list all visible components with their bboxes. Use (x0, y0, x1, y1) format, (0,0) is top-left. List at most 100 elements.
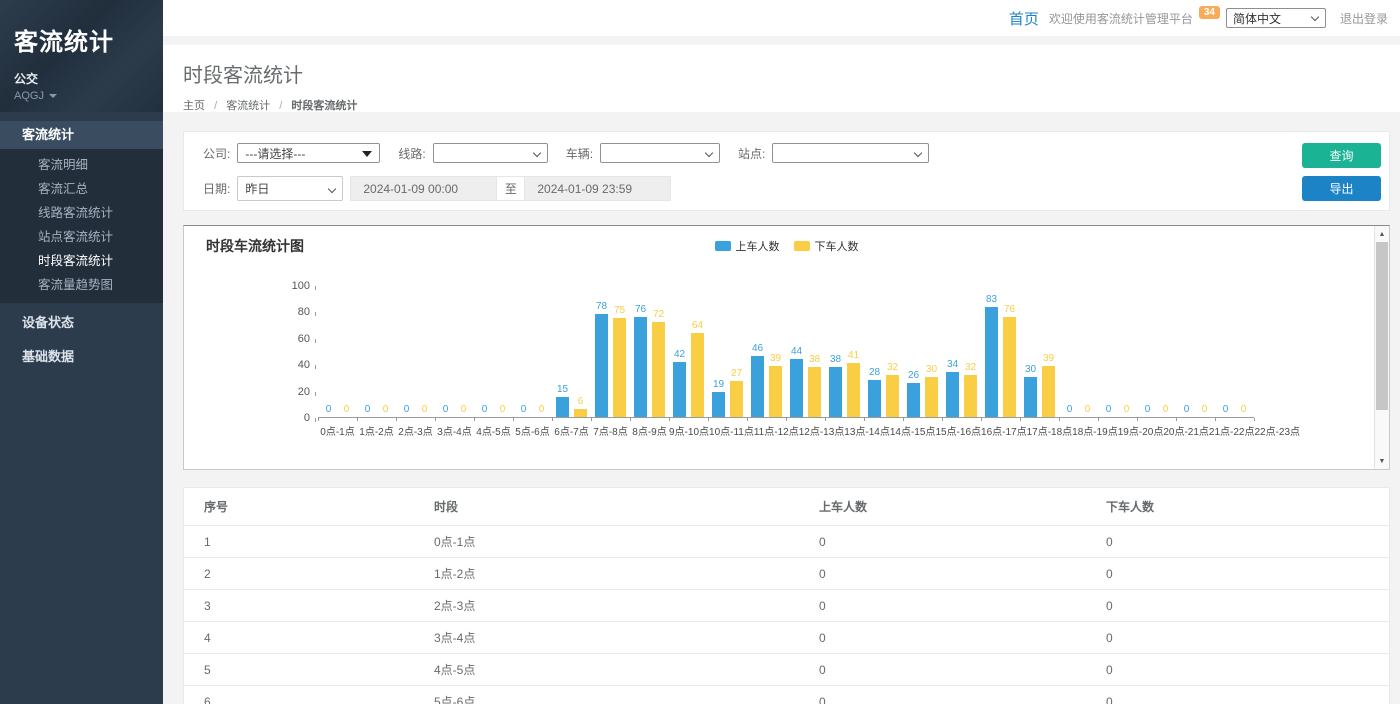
bar-column: 39 (769, 353, 782, 417)
bar-column: 0 (535, 404, 548, 417)
x-axis-tick (981, 418, 982, 421)
table-row: 21点-2点00 (184, 558, 1389, 590)
chevron-down-icon (328, 185, 336, 193)
bar-value-label: 39 (1043, 353, 1054, 364)
sidebar-item-passenger-stats[interactable]: 客流统计 (0, 121, 163, 149)
table-row: 32点-3点00 (184, 590, 1389, 622)
station-label: 站点: (738, 145, 765, 162)
company-select[interactable]: ---请选择--- (237, 143, 380, 163)
bar-column: 0 (457, 404, 470, 417)
sidebar-item-trend-chart[interactable]: 客流量趋势图 (0, 273, 163, 297)
chevron-down-icon (705, 149, 713, 157)
caret-down-icon (49, 94, 57, 98)
legend-item-alighting[interactable]: 下车人数 (794, 238, 859, 254)
bar-column: 0 (1180, 404, 1193, 417)
x-axis-tick (864, 418, 865, 421)
bar-group: 00 (513, 286, 552, 417)
language-select[interactable]: 简体中文 (1226, 8, 1326, 28)
main-area: 首页 欢迎使用客流统计管理平台 34 简体中文 退出登录 时段客流统计 主页 /… (163, 0, 1400, 704)
vehicle-select[interactable] (600, 143, 720, 163)
company-label: 公司: (203, 145, 230, 162)
line-select[interactable] (433, 143, 548, 163)
legend-item-boarding[interactable]: 上车人数 (715, 238, 780, 254)
date-separator: 至 (497, 176, 524, 201)
x-axis-label: 6点-7点 (552, 423, 591, 438)
bar-column: 46 (751, 343, 764, 417)
vehicle-label: 车辆: (566, 145, 593, 162)
bar (751, 356, 764, 417)
x-axis-label: 20点-21点 (1163, 423, 1209, 438)
bar-group: 8376 (981, 286, 1020, 417)
bar-column: 0 (1219, 404, 1232, 417)
bar (574, 409, 587, 417)
home-link[interactable]: 首页 (1009, 8, 1039, 29)
table-cell: 4 (184, 622, 414, 654)
bar-column: 0 (361, 404, 374, 417)
x-axis-tick (942, 418, 943, 421)
bar-column: 30 (1024, 364, 1037, 417)
table-cell: 0 (1086, 526, 1389, 558)
y-axis-tick (315, 312, 316, 316)
bar-value-label: 0 (344, 404, 350, 415)
chart-title: 时段车流统计图 (206, 236, 304, 256)
bar (907, 383, 920, 417)
breadcrumb-section[interactable]: 客流统计 (226, 100, 270, 112)
sidebar-submenu: 客流明细 客流汇总 线路客流统计 站点客流统计 时段客流统计 客流量趋势图 (0, 149, 163, 303)
x-axis-labels: 0点-1点1点-2点2点-3点3点-4点4点-5点5点-6点6点-7点7点-8点… (318, 423, 1254, 438)
bar-value-label: 0 (521, 404, 527, 415)
page-title: 时段客流统计 (183, 59, 1400, 88)
bar-value-label: 0 (1202, 404, 1208, 415)
x-axis-tick (396, 418, 397, 421)
bar-column: 0 (1198, 404, 1211, 417)
sidebar-menu: 客流统计 客流明细 客流汇总 线路客流统计 站点客流统计 时段客流统计 客流量趋… (0, 121, 163, 371)
user-dropdown[interactable]: AQGJ (14, 90, 163, 102)
query-button[interactable]: 查询 (1302, 143, 1381, 168)
bar-column: 15 (556, 384, 569, 417)
bar-column: 0 (400, 404, 413, 417)
bar (769, 366, 782, 417)
bar-group: 00 (435, 286, 474, 417)
x-axis-label: 4点-5点 (474, 423, 513, 438)
sidebar-item-passenger-detail[interactable]: 客流明细 (0, 153, 163, 177)
sidebar-item-station-stats[interactable]: 站点客流统计 (0, 225, 163, 249)
sidebar-item-base-data[interactable]: 基础数据 (0, 343, 163, 371)
y-axis-tick (315, 418, 316, 422)
station-select[interactable] (772, 143, 929, 163)
export-button[interactable]: 导出 (1302, 176, 1381, 201)
date-end-input[interactable] (524, 176, 671, 201)
scroll-up-icon[interactable]: ▲ (1375, 227, 1389, 241)
bar-value-label: 28 (869, 367, 880, 378)
date-start-input[interactable] (350, 176, 497, 201)
filter-row-1: 公司: ---请选择--- 线路: 车辆: 站点: (203, 143, 1389, 163)
bar (925, 377, 938, 417)
breadcrumb-home[interactable]: 主页 (183, 100, 205, 112)
org-name: 公交 (14, 70, 163, 87)
sidebar-item-line-stats[interactable]: 线路客流统计 (0, 201, 163, 225)
sidebar-item-passenger-summary[interactable]: 客流汇总 (0, 177, 163, 201)
bar (808, 367, 821, 417)
data-table-panel: 序号 时段 上车人数 下车人数 10点-1点0021点-2点0032点-3点00… (183, 487, 1390, 704)
table-cell: 0 (799, 526, 1086, 558)
scrollbar-thumb[interactable] (1376, 242, 1388, 410)
logout-link[interactable]: 退出登录 (1340, 10, 1388, 27)
x-axis-tick (435, 418, 436, 421)
bar-value-label: 83 (986, 294, 997, 305)
breadcrumb-separator: / (279, 100, 282, 112)
bar-column: 83 (985, 294, 998, 417)
sidebar-item-device-status[interactable]: 设备状态 (0, 309, 163, 337)
bar-column: 0 (418, 404, 431, 417)
bar (595, 314, 608, 417)
table-cell: 0 (799, 654, 1086, 686)
x-axis-tick (747, 418, 748, 421)
bar-column: 0 (439, 404, 452, 417)
sidebar-item-timeslot-stats[interactable]: 时段客流统计 (0, 249, 163, 273)
date-preset-select[interactable]: 昨日 (237, 176, 343, 201)
user-name: AQGJ (14, 90, 44, 102)
table-cell: 2点-3点 (414, 590, 799, 622)
scroll-down-icon[interactable]: ▼ (1375, 454, 1389, 468)
bar-value-label: 32 (965, 362, 976, 373)
y-axis-tick-label: 0 (274, 412, 310, 424)
bar-group: 7875 (591, 286, 630, 417)
chart-scrollbar[interactable]: ▲ ▼ (1374, 226, 1389, 469)
bar-value-label: 0 (443, 404, 449, 415)
